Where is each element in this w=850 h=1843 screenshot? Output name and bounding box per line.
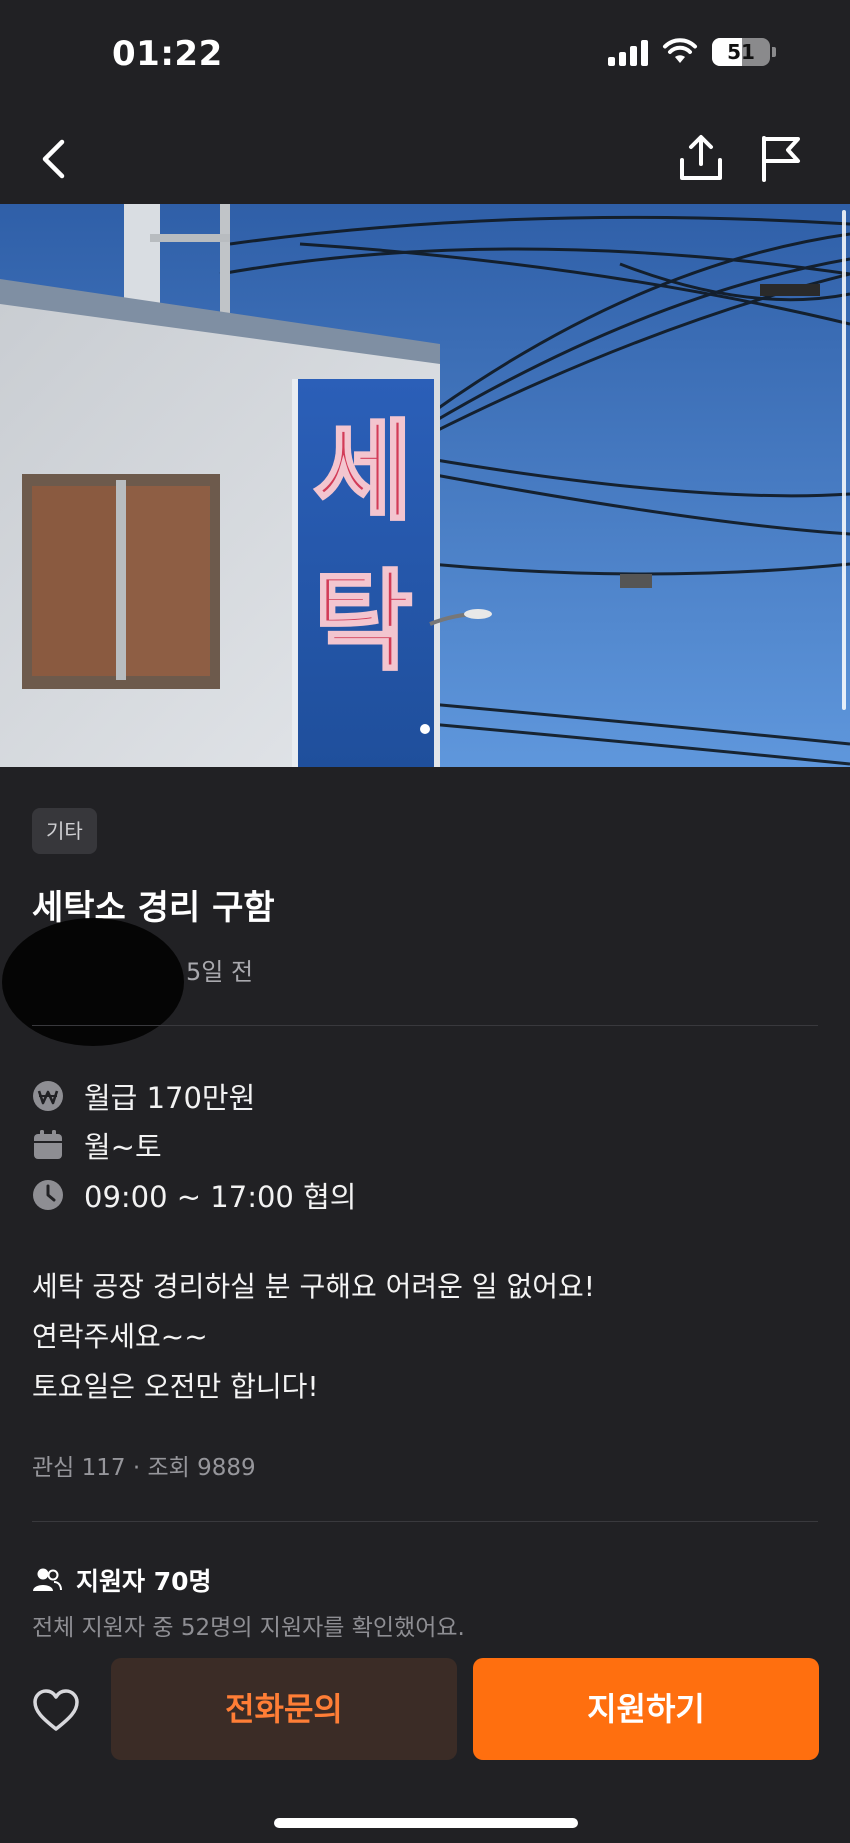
status-icons: 51 xyxy=(608,38,776,66)
won-coin-icon xyxy=(33,1081,63,1111)
applicants-header: 지원자 70명 xyxy=(32,1562,212,1598)
post-description: 세탁 공장 경리하실 분 구해요 어려운 일 없어요! 연락주세요~~ 토요일은… xyxy=(32,1262,818,1412)
page-indicator-dot xyxy=(420,724,430,734)
heart-icon[interactable] xyxy=(32,1688,80,1734)
signal-icon xyxy=(608,38,648,66)
call-inquiry-button[interactable]: 전화문의 xyxy=(111,1658,457,1760)
category-badge: 기타 xyxy=(32,808,97,854)
status-bar: 01:22 51 xyxy=(0,0,850,118)
days-row: 월~토 xyxy=(32,1124,162,1166)
sign-char-2: 탁 xyxy=(313,560,412,685)
author-profile-redacted[interactable] xyxy=(2,918,184,1046)
bottom-action-bar: 전화문의 지원하기 xyxy=(0,1640,850,1843)
applicants-count: 지원자 70명 xyxy=(76,1567,212,1596)
battery-icon: 51 xyxy=(712,38,770,66)
battery-level: 51 xyxy=(727,40,755,64)
wifi-icon xyxy=(663,38,697,63)
post-stats: 관심 117 · 조회 9889 xyxy=(32,1455,256,1481)
description-line: 토요일은 오전만 합니다! xyxy=(32,1370,319,1403)
divider xyxy=(32,1521,818,1522)
hero-scrollbar[interactable] xyxy=(842,210,846,710)
people-icon xyxy=(33,1568,62,1591)
description-line: 세탁 공장 경리하실 분 구해요 어려운 일 없어요! xyxy=(32,1270,595,1303)
divider xyxy=(32,1025,818,1026)
home-indicator[interactable] xyxy=(274,1818,578,1828)
applicants-subtitle: 전체 지원자 중 52명의 지원자를 확인했어요. xyxy=(32,1615,465,1641)
days-text: 월~토 xyxy=(84,1130,162,1164)
nav-bar xyxy=(0,118,850,204)
report-flag-icon[interactable] xyxy=(756,132,806,184)
status-time: 01:22 xyxy=(112,34,223,74)
hours-text: 09:00 ~ 17:00 협의 xyxy=(84,1180,357,1214)
calendar-icon xyxy=(34,1130,62,1159)
post-time: 5일 전 xyxy=(186,958,254,986)
laundry-sign-photo: 세 탁 xyxy=(0,204,850,767)
share-icon[interactable] xyxy=(676,132,726,184)
sign-char-1: 세 xyxy=(313,410,412,535)
hero-photo[interactable]: 세 탁 xyxy=(0,204,850,767)
clock-icon xyxy=(33,1180,63,1210)
back-arrow-icon[interactable] xyxy=(30,134,80,184)
description-line: 연락주세요~~ xyxy=(32,1320,208,1353)
apply-button[interactable]: 지원하기 xyxy=(473,1658,819,1760)
salary-text: 월급 170만원 xyxy=(84,1081,256,1115)
salary-row: 월급 170만원 xyxy=(32,1075,255,1117)
hours-row: 09:00 ~ 17:00 협의 xyxy=(32,1174,356,1216)
